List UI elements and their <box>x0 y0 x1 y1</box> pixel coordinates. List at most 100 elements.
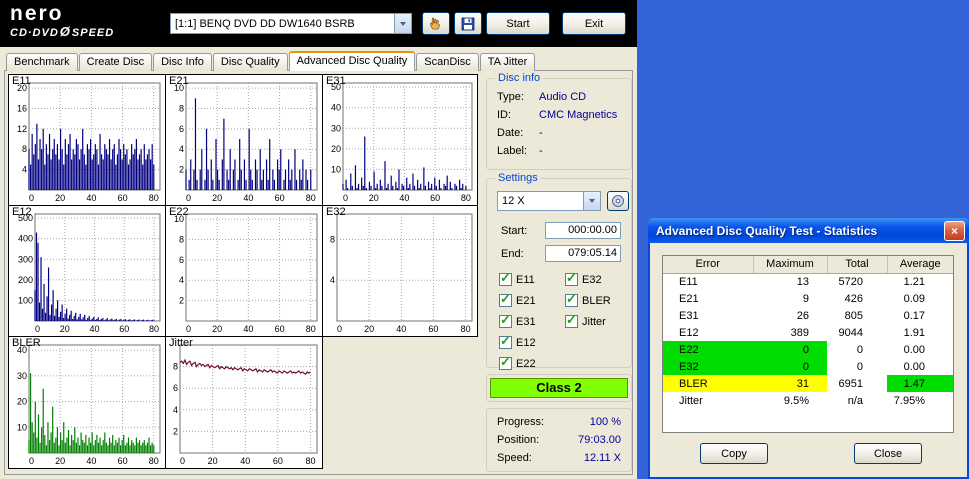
checkbox-box: ✓ <box>499 354 512 370</box>
logo-subtitle: CD·DVDØSPEED <box>10 24 114 39</box>
stats-cell-total: 5720 <box>838 275 863 288</box>
checkbox-e32[interactable]: ✓ E32 <box>565 269 611 290</box>
stats-cell-error: BLER <box>663 375 753 392</box>
svg-text:0: 0 <box>186 193 191 203</box>
tab-scandisc[interactable]: ScanDisc <box>416 53 479 71</box>
stats-cell-total: 426 <box>844 292 863 305</box>
stats-window: Advanced Disc Quality Test - Statistics … <box>648 218 969 479</box>
checkbox-label: E12 <box>516 336 536 349</box>
progress-rows: Progress: 100 % Position: 79:03.00 Speed: 12.… <box>497 416 621 470</box>
checkbox-e21[interactable]: ✓ E21 <box>499 290 536 311</box>
tab-advanced-disc-quality[interactable]: Advanced Disc Quality <box>288 51 416 71</box>
stats-cell-error: E11 <box>679 275 698 288</box>
save-button[interactable] <box>454 12 482 35</box>
eject-hand-button[interactable] <box>422 12 450 35</box>
exit-button[interactable]: Exit <box>562 12 626 35</box>
info-label: Date: <box>497 127 524 139</box>
checkbox-e31[interactable]: ✓ E31 <box>499 311 536 332</box>
start-field[interactable]: 000:00.00 <box>545 222 621 239</box>
progress-row: Progress: 100 % <box>497 416 621 434</box>
tab-disc-quality[interactable]: Disc Quality <box>212 53 288 71</box>
stats-cell-total: 9044 <box>838 326 863 339</box>
end-label: End: <box>501 248 524 260</box>
stats-row-e11: E11 13 5720 1.21 <box>663 273 953 290</box>
speed-select-value: 12 X <box>502 195 525 207</box>
start-label: Start: <box>501 225 528 237</box>
svg-text:20: 20 <box>212 324 222 334</box>
stats-cell-maximum: 389 <box>790 326 809 339</box>
info-label: Label: <box>497 145 527 157</box>
drive-select-value: [1:1] BENQ DVD DD DW1640 BSRB <box>175 17 355 30</box>
check-icon: ✓ <box>500 312 511 327</box>
stats-cell-average: 0.00 <box>903 360 925 373</box>
tab-create-disc[interactable]: Create Disc <box>78 53 153 71</box>
speed-select[interactable]: 12 X <box>497 191 601 211</box>
logo-glyph: Ø <box>59 24 71 39</box>
tab-disc-info[interactable]: Disc Info <box>153 53 212 71</box>
stats-cell-average: 0.17 <box>903 309 925 322</box>
svg-text:400: 400 <box>18 234 33 244</box>
check-icon: ✓ <box>566 312 577 327</box>
checkbox-e22[interactable]: ✓ E22 <box>499 353 536 374</box>
stats-cell-error: E32 <box>663 358 753 375</box>
chevron-down-icon[interactable] <box>583 192 600 210</box>
check-icon: ✓ <box>500 333 511 348</box>
info-value: - <box>539 127 543 139</box>
start-button[interactable]: Start <box>486 12 550 35</box>
svg-text:80: 80 <box>306 193 316 203</box>
checkbox-e11[interactable]: ✓ E11 <box>499 269 536 290</box>
end-field[interactable]: 079:05.14 <box>545 245 621 262</box>
checkbox-label: E22 <box>516 357 536 370</box>
stats-header-total[interactable]: Total <box>827 256 888 274</box>
svg-text:300: 300 <box>18 254 33 264</box>
tab-benchmark[interactable]: Benchmark <box>6 53 78 71</box>
info-label: ID: <box>497 109 512 121</box>
svg-text:20: 20 <box>208 456 218 466</box>
close-button-bottom[interactable]: Close <box>854 443 922 464</box>
stats-window-titlebar[interactable]: Advanced Disc Quality Test - Statistics … <box>648 218 969 243</box>
stats-body: E11 13 5720 1.21 E21 9 426 0.09 E31 26 805 0.17 E12 3… <box>663 273 953 409</box>
svg-text:E32: E32 <box>326 206 346 218</box>
progress-label: Speed: <box>497 452 532 464</box>
close-button[interactable]: × <box>944 220 965 241</box>
checkbox-bler[interactable]: ✓ BLER <box>565 290 611 311</box>
checkbox-e12[interactable]: ✓ E12 <box>499 332 536 353</box>
svg-text:2: 2 <box>173 426 178 436</box>
check-icon: ✓ <box>566 291 577 306</box>
disc-info-row: Date: - <box>487 125 631 143</box>
checkbox-label: E31 <box>516 315 536 328</box>
stats-cell-error: Jitter <box>679 394 703 407</box>
refresh-button[interactable] <box>607 191 629 211</box>
toolbar: nero CD·DVDØSPEED [1:1] BENQ DVD DD DW16… <box>0 0 637 47</box>
arrow-glyph <box>589 199 595 203</box>
logo-brand: nero <box>10 2 64 25</box>
stats-cell-maximum: 0 <box>753 341 827 358</box>
drive-select[interactable]: [1:1] BENQ DVD DD DW1640 BSRB <box>170 13 412 34</box>
checkbox-label: E32 <box>582 273 602 286</box>
check-icon: ✓ <box>566 270 577 285</box>
svg-text:10: 10 <box>17 422 27 432</box>
checkbox-jitter[interactable]: ✓ Jitter <box>565 311 611 332</box>
chart-e32: 4 8 0 20 40 60 80 E32 <box>322 205 478 337</box>
checkbox-box: ✓ <box>499 333 512 349</box>
copy-button[interactable]: Copy <box>700 443 768 464</box>
stats-header-maximum[interactable]: Maximum <box>753 256 828 274</box>
stats-cell-total: 805 <box>844 309 863 322</box>
tab-bar: Benchmark Create Disc Disc Info Disc Qualit… <box>6 51 536 71</box>
svg-text:40: 40 <box>331 103 341 113</box>
logo-product: CD·DVD <box>10 27 59 39</box>
stats-header-error[interactable]: Error <box>663 256 754 274</box>
svg-text:60: 60 <box>428 324 438 334</box>
svg-text:80: 80 <box>306 324 316 334</box>
disc-info-title: Disc info <box>495 72 544 84</box>
svg-text:40: 40 <box>243 193 253 203</box>
svg-text:12: 12 <box>17 124 27 134</box>
checkbox-box: ✓ <box>565 291 578 307</box>
tab-ta-jitter[interactable]: TA Jitter <box>479 53 536 71</box>
desktop: nero CD·DVDØSPEED [1:1] BENQ DVD DD DW16… <box>0 0 969 479</box>
svg-text:6: 6 <box>179 255 184 265</box>
chevron-down-icon[interactable] <box>394 14 411 33</box>
stats-header-average[interactable]: Average <box>887 256 953 274</box>
svg-text:0: 0 <box>29 456 34 466</box>
progress-label: Progress: <box>497 416 545 428</box>
